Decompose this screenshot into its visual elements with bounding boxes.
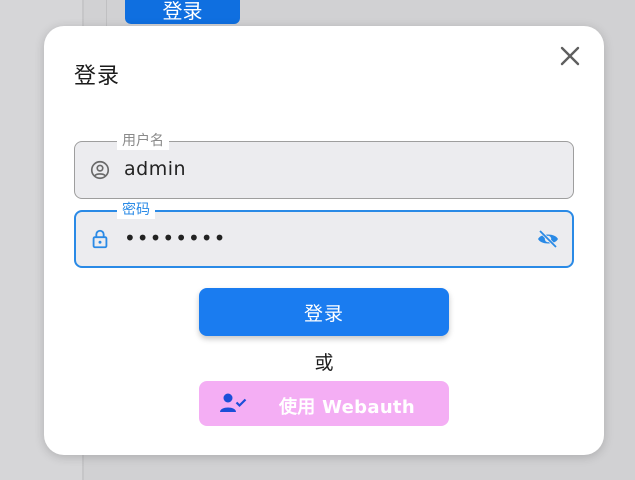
username-label: 用户名 xyxy=(117,132,169,150)
close-icon xyxy=(560,46,580,66)
close-button[interactable] xyxy=(554,40,586,72)
username-input[interactable]: admin xyxy=(124,158,186,180)
or-divider-text: 或 xyxy=(314,352,334,374)
background-login-button: 登录 xyxy=(125,0,240,24)
dialog-title: 登录 xyxy=(74,64,121,89)
webauthn-button-label: 使用 Webauth xyxy=(279,397,415,418)
password-input[interactable]: •••••••• xyxy=(124,226,226,250)
eye-off-icon[interactable] xyxy=(536,227,560,251)
password-field[interactable]: 密码 •••••••• xyxy=(74,201,574,268)
lock-icon xyxy=(92,229,108,249)
user-circle-icon xyxy=(90,160,110,180)
username-field[interactable]: 用户名 admin xyxy=(74,132,574,199)
login-dialog: 登录 用户名 admin 密码 •••••••• 登录 或 使用 Webauth xyxy=(44,26,604,455)
password-label: 密码 xyxy=(117,201,155,219)
webauthn-button[interactable]: 使用 Webauth xyxy=(199,381,449,426)
login-button[interactable]: 登录 xyxy=(199,288,449,336)
user-check-icon xyxy=(220,393,247,412)
